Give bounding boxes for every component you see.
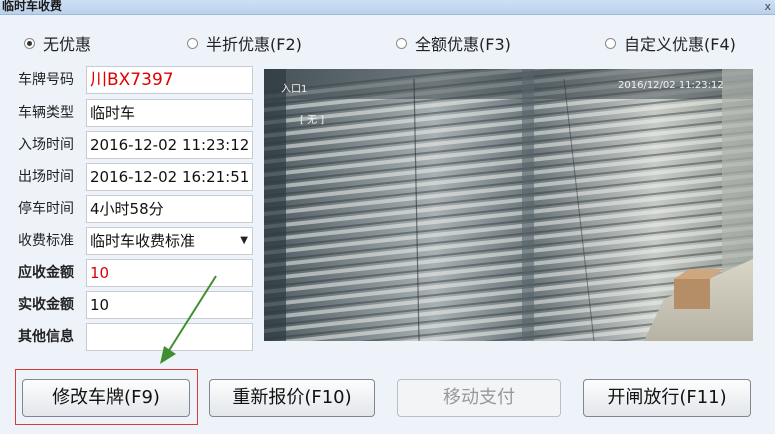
- camera-snapshot: 入口1 2016/12/02 11:23:12 [ 无 ]: [264, 69, 753, 341]
- fee-standard-value: 临时车收费标准: [90, 232, 196, 250]
- fee-standard-select[interactable]: 临时车收费标准 ▼: [86, 227, 253, 255]
- camera-timestamp: 2016/12/02 11:23:12: [618, 80, 724, 91]
- radio-label: 无优惠: [43, 35, 92, 54]
- camera-channel-label: 入口1: [281, 84, 308, 95]
- radio-full-discount[interactable]: 全额优惠(F3): [396, 33, 511, 54]
- window-title: 临时车收费: [2, 0, 63, 13]
- edit-plate-button[interactable]: 修改车牌(F9): [22, 379, 190, 417]
- title-bar: 临时车收费 x: [0, 0, 775, 15]
- other-info-label: 其他信息: [18, 329, 74, 345]
- plate-field[interactable]: 川BX7397: [86, 66, 253, 94]
- radio-half-discount[interactable]: 半折优惠(F2): [187, 33, 302, 54]
- entry-time-field[interactable]: 2016-12-02 11:23:12: [86, 131, 253, 159]
- radio-icon: [396, 37, 407, 49]
- plate-label: 车牌号码: [18, 72, 74, 88]
- camera-image: [264, 69, 753, 341]
- open-gate-button[interactable]: 开闸放行(F11): [583, 379, 751, 417]
- requote-button[interactable]: 重新报价(F10): [209, 379, 375, 417]
- camera-tag: [ 无 ]: [300, 115, 325, 126]
- vehicle-type-field[interactable]: 临时车: [86, 99, 253, 127]
- amount-due-label: 应收金额: [18, 265, 74, 281]
- radio-no-discount[interactable]: 无优惠: [24, 33, 92, 54]
- mobile-pay-button[interactable]: 移动支付: [397, 379, 561, 417]
- vehicle-type-label: 车辆类型: [18, 105, 74, 121]
- amount-paid-label: 实收金额: [18, 297, 74, 313]
- exit-time-field[interactable]: 2016-12-02 16:21:51: [86, 163, 253, 191]
- annotation-arrow-icon: [160, 275, 217, 364]
- parking-time-field[interactable]: 4小时58分: [86, 195, 253, 223]
- radio-selected-icon: [24, 37, 35, 49]
- radio-icon: [187, 37, 198, 49]
- parking-time-label: 停车时间: [18, 201, 74, 217]
- radio-label: 半折优惠(F2): [206, 35, 302, 54]
- exit-time-label: 出场时间: [18, 169, 74, 185]
- entry-time-label: 入场时间: [18, 137, 74, 153]
- dropdown-arrow-icon[interactable]: ▼: [240, 228, 248, 254]
- close-icon[interactable]: x: [764, 0, 771, 13]
- radio-label: 全额优惠(F3): [415, 35, 511, 54]
- radio-custom-discount[interactable]: 自定义优惠(F4): [605, 33, 736, 54]
- radio-icon: [605, 37, 616, 49]
- fee-standard-label: 收费标准: [18, 233, 74, 249]
- radio-label: 自定义优惠(F4): [624, 35, 736, 54]
